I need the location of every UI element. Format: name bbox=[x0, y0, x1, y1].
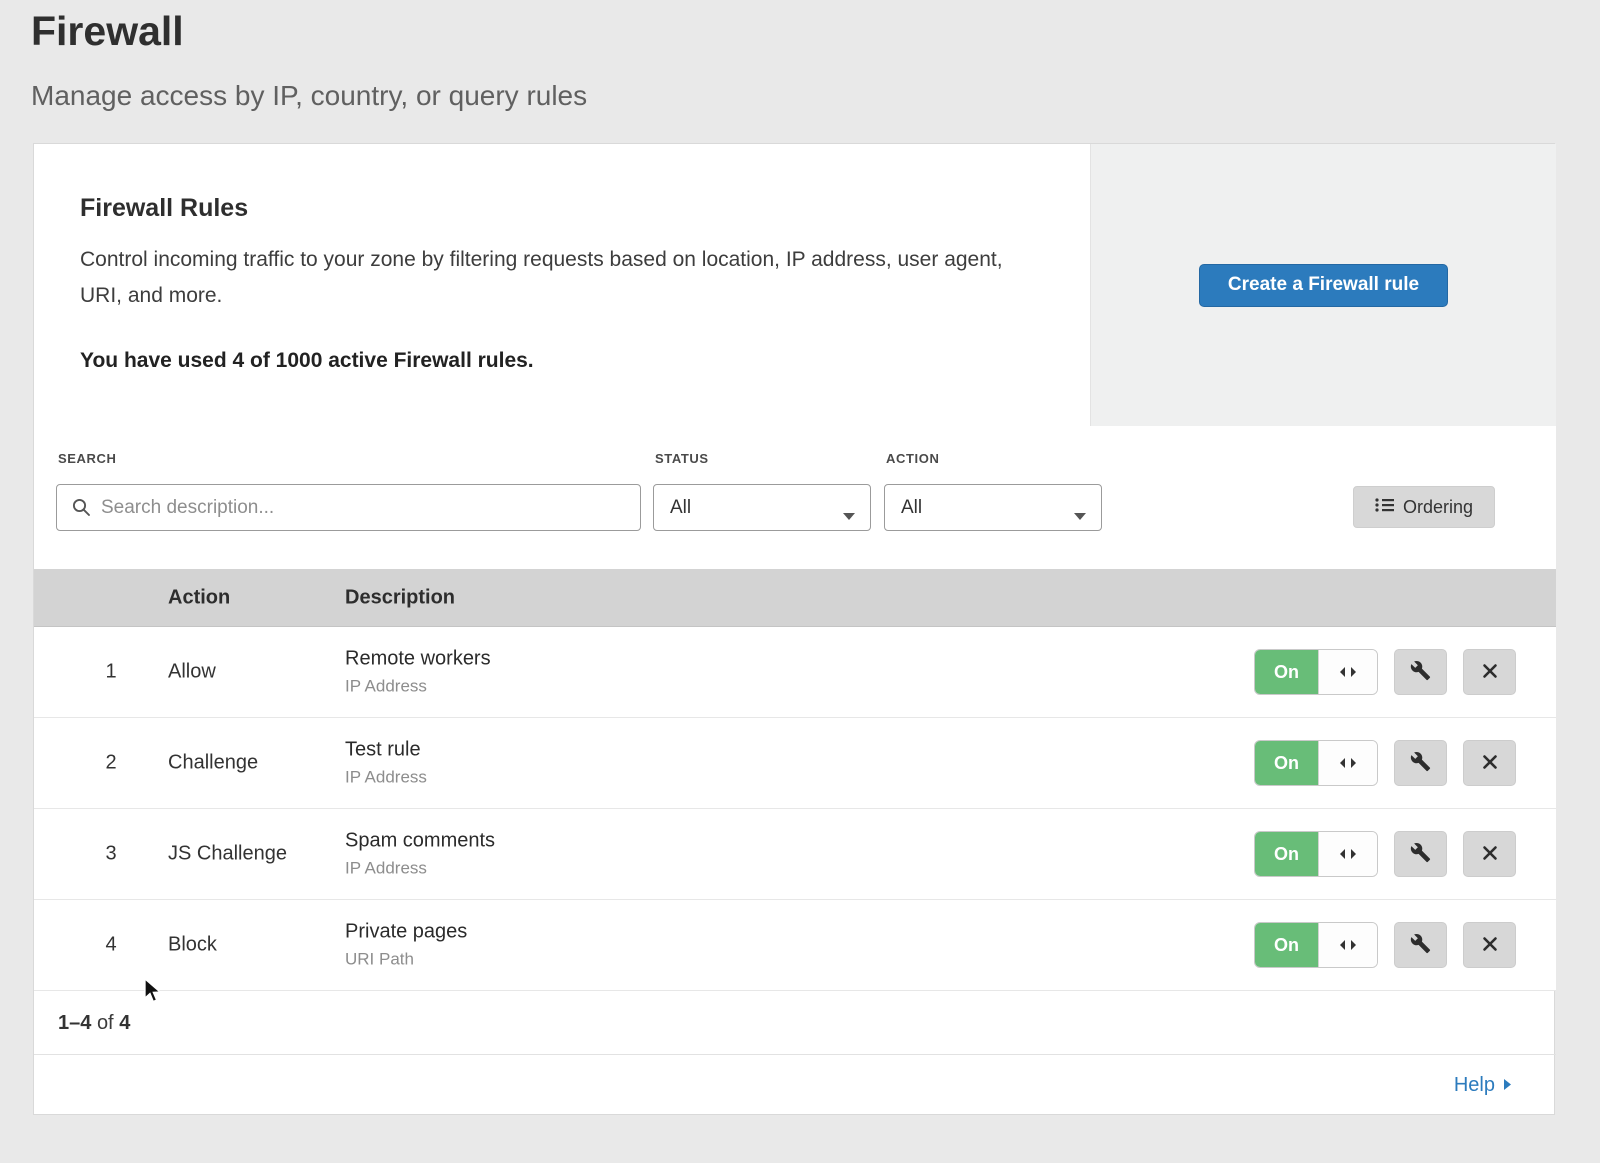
toggle-arrows-icon bbox=[1318, 832, 1377, 876]
column-header-action: Action bbox=[168, 586, 230, 609]
rule-description-title: Private pages bbox=[345, 921, 467, 944]
table-row: 2 Challenge Test rule IP Address On bbox=[34, 718, 1556, 809]
rule-description: Private pages URI Path bbox=[345, 921, 467, 970]
search-icon bbox=[71, 497, 92, 523]
toggle-on-label: On bbox=[1255, 923, 1318, 967]
rule-controls: On bbox=[1254, 922, 1516, 968]
help-link-label: Help bbox=[1454, 1074, 1495, 1097]
rule-description-title: Test rule bbox=[345, 739, 427, 762]
search-field-wrap bbox=[56, 484, 641, 531]
action-select[interactable]: All bbox=[884, 484, 1102, 531]
firewall-rules-intro: Firewall Rules Control incoming traffic … bbox=[34, 144, 1090, 426]
status-select[interactable]: All bbox=[653, 484, 871, 531]
rule-enabled-toggle[interactable]: On bbox=[1254, 649, 1378, 695]
delete-rule-button[interactable] bbox=[1463, 649, 1516, 695]
rules-list: 1 Allow Remote workers IP Address On bbox=[34, 627, 1556, 991]
table-row: 1 Allow Remote workers IP Address On bbox=[34, 627, 1556, 718]
page-subtitle: Manage access by IP, country, or query r… bbox=[31, 80, 587, 112]
rule-description: Spam comments IP Address bbox=[345, 830, 495, 879]
table-row: 3 JS Challenge Spam comments IP Address … bbox=[34, 809, 1556, 900]
rule-priority: 1 bbox=[96, 661, 126, 684]
close-icon bbox=[1481, 753, 1499, 774]
delete-rule-button[interactable] bbox=[1463, 831, 1516, 877]
rule-description: Remote workers IP Address bbox=[345, 648, 491, 697]
table-header: Action Description bbox=[34, 569, 1556, 627]
toggle-arrows-icon bbox=[1318, 650, 1377, 694]
rule-match-type: IP Address bbox=[345, 677, 491, 697]
action-select-value: All bbox=[901, 497, 922, 519]
edit-rule-button[interactable] bbox=[1394, 649, 1447, 695]
rule-action: Challenge bbox=[168, 752, 258, 775]
pagination-total: 4 bbox=[119, 1012, 130, 1034]
toggle-on-label: On bbox=[1255, 650, 1318, 694]
wrench-icon bbox=[1410, 933, 1431, 957]
status-label: STATUS bbox=[655, 451, 709, 466]
chevron-down-icon bbox=[842, 505, 856, 527]
rule-action: Allow bbox=[168, 661, 216, 684]
delete-rule-button[interactable] bbox=[1463, 922, 1516, 968]
page-title: Firewall bbox=[31, 8, 184, 55]
rule-priority: 2 bbox=[96, 752, 126, 775]
toggle-arrows-icon bbox=[1318, 923, 1377, 967]
rule-enabled-toggle[interactable]: On bbox=[1254, 922, 1378, 968]
rule-description-title: Remote workers bbox=[345, 648, 491, 671]
edit-rule-button[interactable] bbox=[1394, 740, 1447, 786]
column-header-description: Description bbox=[345, 586, 455, 609]
search-input[interactable] bbox=[56, 484, 641, 531]
table-row: 4 Block Private pages URI Path On bbox=[34, 900, 1556, 991]
pagination-range: 1–4 bbox=[58, 1012, 91, 1034]
wrench-icon bbox=[1410, 842, 1431, 866]
close-icon bbox=[1481, 935, 1499, 956]
rule-priority: 3 bbox=[96, 843, 126, 866]
pagination-of: of bbox=[97, 1012, 114, 1034]
rule-enabled-toggle[interactable]: On bbox=[1254, 831, 1378, 877]
close-icon bbox=[1481, 844, 1499, 865]
rule-match-type: IP Address bbox=[345, 768, 427, 788]
rule-controls: On bbox=[1254, 649, 1516, 695]
rule-action: JS Challenge bbox=[168, 843, 287, 866]
rules-usage-text: You have used 4 of 1000 active Firewall … bbox=[80, 349, 534, 373]
rule-description-title: Spam comments bbox=[345, 830, 495, 853]
status-select-value: All bbox=[670, 497, 691, 519]
edit-rule-button[interactable] bbox=[1394, 831, 1447, 877]
action-label: ACTION bbox=[886, 451, 939, 466]
rule-priority: 4 bbox=[96, 934, 126, 957]
card-footer: Help bbox=[34, 1054, 1556, 1116]
search-label: SEARCH bbox=[58, 451, 117, 466]
toggle-on-label: On bbox=[1255, 741, 1318, 785]
rule-match-type: IP Address bbox=[345, 859, 495, 879]
card-heading: Firewall Rules bbox=[80, 194, 248, 223]
rule-enabled-toggle[interactable]: On bbox=[1254, 740, 1378, 786]
card-description: Control incoming traffic to your zone by… bbox=[80, 242, 1028, 314]
filters-bar: SEARCH STATUS All ACTION All bbox=[34, 426, 1556, 569]
rule-action: Block bbox=[168, 934, 217, 957]
toggle-on-label: On bbox=[1255, 832, 1318, 876]
delete-rule-button[interactable] bbox=[1463, 740, 1516, 786]
chevron-down-icon bbox=[1073, 505, 1087, 527]
help-link[interactable]: Help bbox=[1454, 1074, 1512, 1097]
rule-controls: On bbox=[1254, 740, 1516, 786]
wrench-icon bbox=[1410, 751, 1431, 775]
help-arrow-icon bbox=[1503, 1074, 1512, 1097]
ordering-button[interactable]: Ordering bbox=[1353, 486, 1495, 528]
create-firewall-rule-button[interactable]: Create a Firewall rule bbox=[1199, 264, 1448, 307]
rule-description: Test rule IP Address bbox=[345, 739, 427, 788]
ordering-button-label: Ordering bbox=[1403, 497, 1473, 518]
create-rule-panel: Create a Firewall rule bbox=[1090, 144, 1556, 426]
ordering-list-icon bbox=[1375, 497, 1394, 518]
close-icon bbox=[1481, 662, 1499, 683]
edit-rule-button[interactable] bbox=[1394, 922, 1447, 968]
rule-controls: On bbox=[1254, 831, 1516, 877]
rule-match-type: URI Path bbox=[345, 950, 467, 970]
pagination-summary: 1–4 of 4 bbox=[58, 1012, 130, 1035]
firewall-rules-card: Firewall Rules Control incoming traffic … bbox=[33, 143, 1555, 1115]
toggle-arrows-icon bbox=[1318, 741, 1377, 785]
wrench-icon bbox=[1410, 660, 1431, 684]
